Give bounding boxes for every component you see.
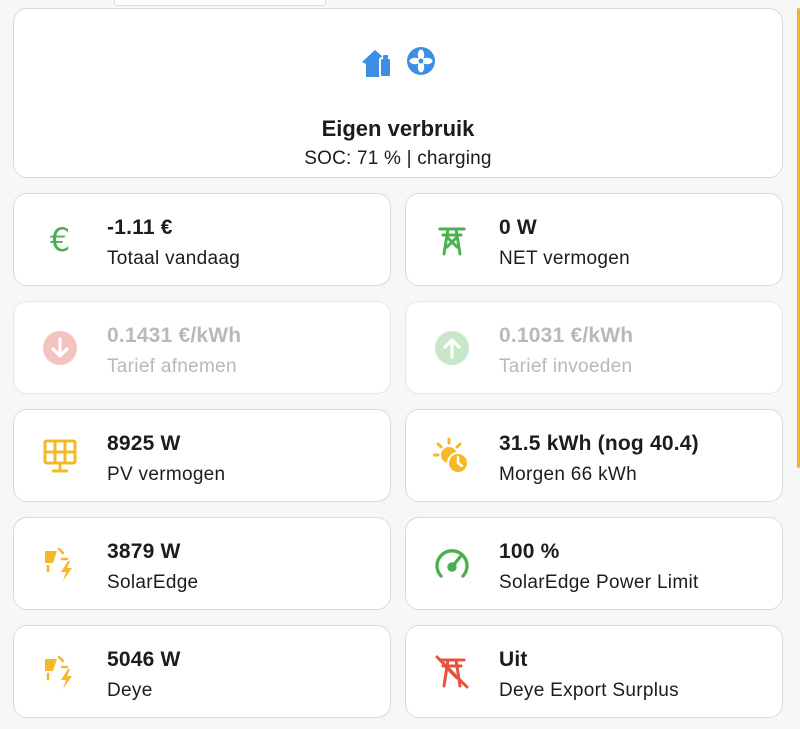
tile-tarief-afnemen[interactable]: 0.1431 €/kWh Tarief afnemen — [13, 301, 391, 394]
tile-value: 0.1031 €/kWh — [499, 324, 634, 347]
tile-label: PV vermogen — [107, 464, 226, 485]
tile-value: 5046 W — [107, 648, 181, 671]
tile-value: 31.5 kWh (nog 40.4) — [499, 432, 699, 455]
self-consumption-card[interactable]: Eigen verbruik SOC: 71 % | charging — [13, 8, 783, 178]
fan-icon — [406, 46, 436, 85]
hero-icons — [14, 46, 782, 85]
tile-deye-export-surplus[interactable]: Uit Deye Export Surplus — [405, 625, 783, 718]
tile-label: SolarEdge — [107, 572, 199, 593]
tile-label: SolarEdge Power Limit — [499, 572, 699, 593]
transmission-tower-off-icon — [433, 653, 471, 691]
top-tab-edge — [114, 0, 326, 6]
tile-label: NET vermogen — [499, 248, 631, 269]
tile-label: Tarief afnemen — [107, 356, 237, 377]
transmission-tower-icon — [433, 221, 471, 259]
tile-label: Deye — [107, 680, 153, 701]
soc-status: SOC: 71 % | charging — [304, 148, 492, 169]
tile-value: -1.11 € — [107, 216, 173, 239]
tile-value: Uit — [499, 648, 528, 671]
home-battery-icon — [360, 46, 394, 85]
euro-icon: € — [41, 221, 79, 259]
tile-pv-vermogen[interactable]: 8925 W PV vermogen — [13, 409, 391, 502]
tile-totaal-vandaag[interactable]: € -1.11 € Totaal vandaag — [13, 193, 391, 286]
tile-label: Morgen 66 kWh — [499, 464, 638, 485]
solar-power-icon — [41, 545, 79, 583]
tile-value: 0.1431 €/kWh — [107, 324, 242, 347]
tile-forecast-morgen[interactable]: 31.5 kWh (nog 40.4) Morgen 66 kWh — [405, 409, 783, 502]
sun-clock-icon — [433, 437, 471, 475]
solar-panel-icon — [41, 437, 79, 475]
tile-label: Tarief invoeden — [499, 356, 633, 377]
tile-value: 8925 W — [107, 432, 181, 455]
tile-net-vermogen[interactable]: 0 W NET vermogen — [405, 193, 783, 286]
tile-value: 3879 W — [107, 540, 181, 563]
tile-value: 0 W — [499, 216, 537, 239]
tile-solaredge-power-limit[interactable]: 100 % SolarEdge Power Limit — [405, 517, 783, 610]
svg-text:€: € — [50, 222, 70, 258]
tile-deye[interactable]: 5046 W Deye — [13, 625, 391, 718]
gauge-icon — [433, 545, 471, 583]
solar-power-icon — [41, 653, 79, 691]
arrow-down-circle-icon — [41, 329, 79, 367]
arrow-up-circle-icon — [433, 329, 471, 367]
tile-solaredge[interactable]: 3879 W SolarEdge — [13, 517, 391, 610]
card-title: Eigen verbruik — [321, 116, 475, 141]
tile-label: Totaal vandaag — [107, 248, 241, 269]
tile-label: Deye Export Surplus — [499, 680, 679, 701]
tile-value: 100 % — [499, 540, 560, 563]
tile-tarief-invoeden[interactable]: 0.1031 €/kWh Tarief invoeden — [405, 301, 783, 394]
